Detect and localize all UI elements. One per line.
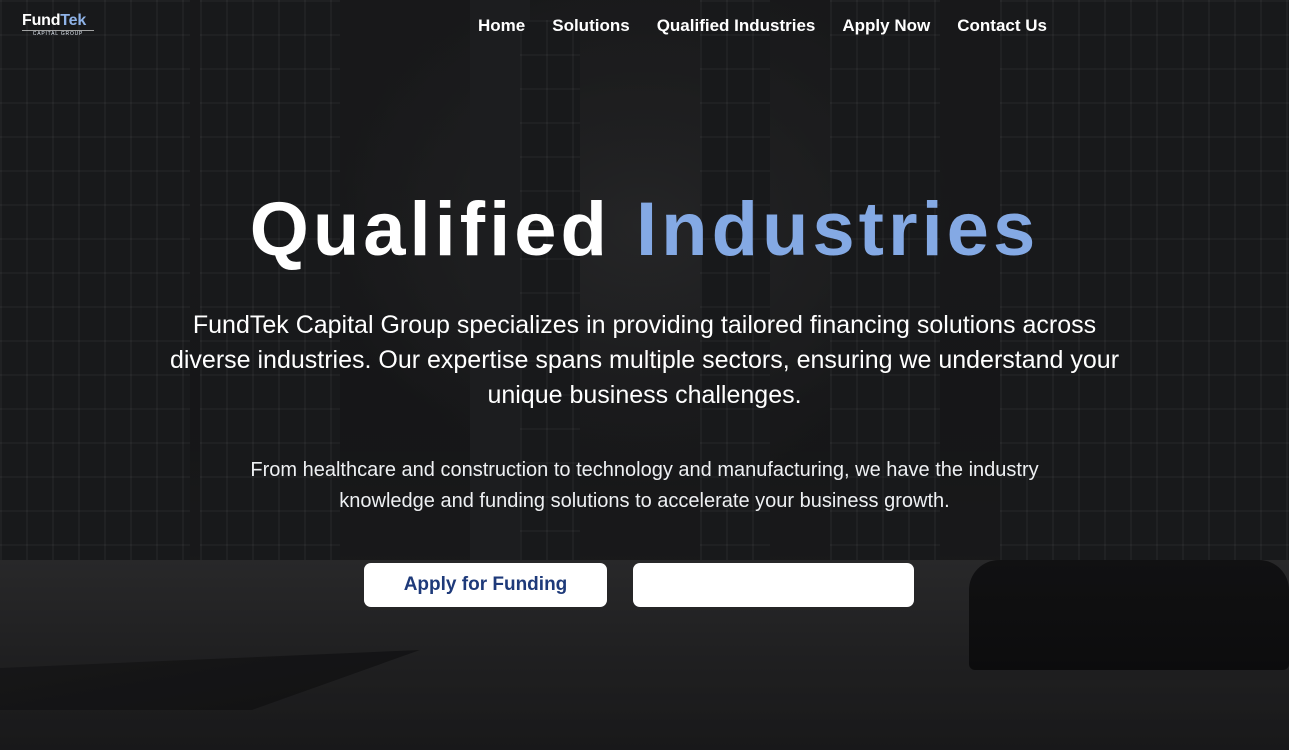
fundtek-logo[interactable]: FundTek CAPITAL GROUP	[22, 13, 98, 37]
hero-section: Qualified Industries FundTek Capital Gro…	[0, 180, 1289, 517]
hero-buttons: Apply for Funding	[364, 563, 914, 607]
nav-solutions[interactable]: Solutions	[552, 15, 629, 37]
hero-lead-text: FundTek Capital Group specializes in pro…	[169, 311, 1120, 409]
top-navigation: FundTek CAPITAL GROUP Home Solutions Qua…	[0, 0, 1289, 52]
logo-tek: Tek	[60, 12, 87, 29]
nav-qualified-industries[interactable]: Qualified Industries	[657, 15, 816, 37]
nav-apply-now[interactable]: Apply Now	[842, 15, 930, 37]
logo-fund: Fund	[22, 12, 61, 29]
secondary-button[interactable]	[633, 563, 914, 607]
nav-home[interactable]: Home	[478, 15, 525, 37]
nav-links: Home Solutions Qualified Industries Appl…	[478, 15, 1047, 37]
nav-contact-us[interactable]: Contact Us	[957, 15, 1047, 37]
title-plain: Qualified	[249, 187, 611, 272]
logo-wordmark: FundTek	[22, 13, 98, 29]
hero-sub-text: From healthcare and construction to tech…	[250, 459, 1039, 512]
title-accent: Industries	[636, 187, 1040, 272]
logo-tagline: CAPITAL GROUP	[22, 30, 94, 37]
apply-for-funding-button[interactable]: Apply for Funding	[364, 563, 607, 607]
page-title: Qualified Industries	[0, 180, 1289, 280]
